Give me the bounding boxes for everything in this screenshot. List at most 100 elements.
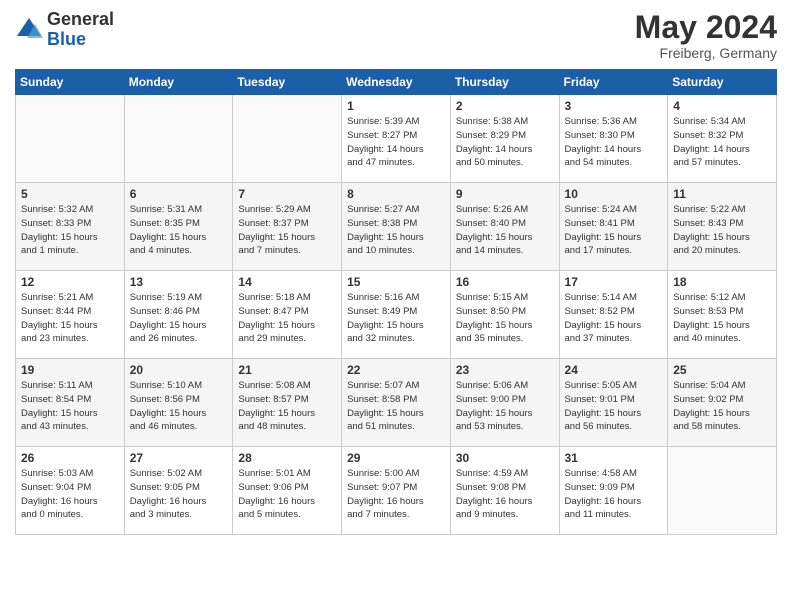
day-info: Sunrise: 5:07 AMSunset: 8:58 PMDaylight:… (347, 379, 445, 434)
header-day: Saturday (668, 70, 777, 95)
calendar-cell: 29 Sunrise: 5:00 AMSunset: 9:07 PMDayligh… (342, 447, 451, 535)
calendar-cell: 17Sunrise: 5:14 AMSunset: 8:52 PMDayligh… (559, 271, 668, 359)
calendar-cell: 6 Sunrise: 5:31 AMSunset: 8:35 PMDaylight… (124, 183, 233, 271)
calendar-cell (16, 95, 125, 183)
day-number: 20 (130, 363, 228, 377)
day-info: Sunrise: 4:58 AMSunset: 9:09 PMDaylight:… (565, 467, 663, 522)
day-number: 21 (238, 363, 336, 377)
day-info: Sunrise: 5:22 AMSunset: 8:43 PMDaylight:… (673, 203, 771, 258)
day-number: 17 (565, 275, 663, 289)
day-number: 27 (130, 451, 228, 465)
calendar-cell: 31 Sunrise: 4:58 AMSunset: 9:09 PMDayligh… (559, 447, 668, 535)
month-title: May 2024 (635, 10, 777, 45)
calendar-body: 1 Sunrise: 5:39 AMSunset: 8:27 PMDaylight… (16, 95, 777, 535)
logo: General Blue (15, 10, 114, 50)
day-number: 31 (565, 451, 663, 465)
day-info: Sunrise: 5:32 AMSunset: 8:33 PMDaylight:… (21, 203, 119, 258)
day-info: Sunrise: 5:11 AMSunset: 8:54 PMDaylight:… (21, 379, 119, 434)
calendar-cell: 20 Sunrise: 5:10 AMSunset: 8:56 PMDayligh… (124, 359, 233, 447)
day-info: Sunrise: 5:00 AMSunset: 9:07 PMDaylight:… (347, 467, 445, 522)
header-day: Monday (124, 70, 233, 95)
day-number: 28 (238, 451, 336, 465)
day-number: 9 (456, 187, 554, 201)
day-number: 5 (21, 187, 119, 201)
header-row: SundayMondayTuesdayWednesdayThursdayFrid… (16, 70, 777, 95)
day-number: 7 (238, 187, 336, 201)
calendar-cell: 5 Sunrise: 5:32 AMSunset: 8:33 PMDaylight… (16, 183, 125, 271)
header-day: Sunday (16, 70, 125, 95)
day-info: Sunrise: 5:12 AMSunset: 8:53 PMDaylight:… (673, 291, 771, 346)
calendar-week-row: 12 Sunrise: 5:21 AMSunset: 8:44 PMDayligh… (16, 271, 777, 359)
calendar-week-row: 1 Sunrise: 5:39 AMSunset: 8:27 PMDaylight… (16, 95, 777, 183)
header-day: Tuesday (233, 70, 342, 95)
day-info: Sunrise: 5:08 AMSunset: 8:57 PMDaylight:… (238, 379, 336, 434)
day-info: Sunrise: 5:26 AMSunset: 8:40 PMDaylight:… (456, 203, 554, 258)
day-info: Sunrise: 5:18 AMSunset: 8:47 PMDaylight:… (238, 291, 336, 346)
day-number: 2 (456, 99, 554, 113)
day-number: 19 (21, 363, 119, 377)
calendar-cell: 19 Sunrise: 5:11 AMSunset: 8:54 PMDayligh… (16, 359, 125, 447)
day-info: Sunrise: 5:31 AMSunset: 8:35 PMDaylight:… (130, 203, 228, 258)
calendar-cell: 10Sunrise: 5:24 AMSunset: 8:41 PMDayligh… (559, 183, 668, 271)
day-number: 8 (347, 187, 445, 201)
calendar-cell: 25Sunrise: 5:04 AMSunset: 9:02 PMDayligh… (668, 359, 777, 447)
day-info: Sunrise: 5:39 AMSunset: 8:27 PMDaylight:… (347, 115, 445, 170)
day-number: 15 (347, 275, 445, 289)
calendar-cell: 21 Sunrise: 5:08 AMSunset: 8:57 PMDayligh… (233, 359, 342, 447)
day-number: 6 (130, 187, 228, 201)
header-day: Friday (559, 70, 668, 95)
calendar-cell: 9 Sunrise: 5:26 AMSunset: 8:40 PMDaylight… (450, 183, 559, 271)
logo-text: General Blue (47, 10, 114, 50)
calendar-cell: 15 Sunrise: 5:16 AMSunset: 8:49 PMDayligh… (342, 271, 451, 359)
calendar-cell: 8Sunrise: 5:27 AMSunset: 8:38 PMDaylight… (342, 183, 451, 271)
day-number: 4 (673, 99, 771, 113)
calendar-header: SundayMondayTuesdayWednesdayThursdayFrid… (16, 70, 777, 95)
calendar-cell: 26Sunrise: 5:03 AMSunset: 9:04 PMDayligh… (16, 447, 125, 535)
day-info: Sunrise: 5:10 AMSunset: 8:56 PMDaylight:… (130, 379, 228, 434)
calendar-cell: 2 Sunrise: 5:38 AMSunset: 8:29 PMDaylight… (450, 95, 559, 183)
header-day: Thursday (450, 70, 559, 95)
calendar-cell (668, 447, 777, 535)
calendar-cell: 18 Sunrise: 5:12 AMSunset: 8:53 PMDayligh… (668, 271, 777, 359)
day-number: 18 (673, 275, 771, 289)
day-info: Sunrise: 5:16 AMSunset: 8:49 PMDaylight:… (347, 291, 445, 346)
day-number: 3 (565, 99, 663, 113)
calendar-cell: 30Sunrise: 4:59 AMSunset: 9:08 PMDayligh… (450, 447, 559, 535)
day-number: 26 (21, 451, 119, 465)
calendar-table: SundayMondayTuesdayWednesdayThursdayFrid… (15, 69, 777, 535)
day-number: 24 (565, 363, 663, 377)
day-number: 22 (347, 363, 445, 377)
title-block: May 2024 Freiberg, Germany (635, 10, 777, 61)
calendar-cell: 28Sunrise: 5:01 AMSunset: 9:06 PMDayligh… (233, 447, 342, 535)
calendar-cell: 22 Sunrise: 5:07 AMSunset: 8:58 PMDayligh… (342, 359, 451, 447)
day-info: Sunrise: 5:24 AMSunset: 8:41 PMDaylight:… (565, 203, 663, 258)
day-info: Sunrise: 5:15 AMSunset: 8:50 PMDaylight:… (456, 291, 554, 346)
day-number: 16 (456, 275, 554, 289)
logo-icon (15, 16, 43, 44)
calendar-cell: 23Sunrise: 5:06 AMSunset: 9:00 PMDayligh… (450, 359, 559, 447)
day-info: Sunrise: 4:59 AMSunset: 9:08 PMDaylight:… (456, 467, 554, 522)
day-number: 13 (130, 275, 228, 289)
day-info: Sunrise: 5:19 AMSunset: 8:46 PMDaylight:… (130, 291, 228, 346)
calendar-cell: 1 Sunrise: 5:39 AMSunset: 8:27 PMDaylight… (342, 95, 451, 183)
day-info: Sunrise: 5:05 AMSunset: 9:01 PMDaylight:… (565, 379, 663, 434)
calendar-cell: 4 Sunrise: 5:34 AMSunset: 8:32 PMDaylight… (668, 95, 777, 183)
calendar-week-row: 19 Sunrise: 5:11 AMSunset: 8:54 PMDayligh… (16, 359, 777, 447)
day-number: 29 (347, 451, 445, 465)
day-info: Sunrise: 5:29 AMSunset: 8:37 PMDaylight:… (238, 203, 336, 258)
day-number: 1 (347, 99, 445, 113)
day-info: Sunrise: 5:36 AMSunset: 8:30 PMDaylight:… (565, 115, 663, 170)
calendar-cell: 24 Sunrise: 5:05 AMSunset: 9:01 PMDayligh… (559, 359, 668, 447)
day-number: 25 (673, 363, 771, 377)
calendar-cell: 16 Sunrise: 5:15 AMSunset: 8:50 PMDayligh… (450, 271, 559, 359)
calendar-week-row: 5 Sunrise: 5:32 AMSunset: 8:33 PMDaylight… (16, 183, 777, 271)
day-info: Sunrise: 5:38 AMSunset: 8:29 PMDaylight:… (456, 115, 554, 170)
day-number: 14 (238, 275, 336, 289)
calendar-cell: 11Sunrise: 5:22 AMSunset: 8:43 PMDayligh… (668, 183, 777, 271)
calendar-cell: 27Sunrise: 5:02 AMSunset: 9:05 PMDayligh… (124, 447, 233, 535)
day-info: Sunrise: 5:34 AMSunset: 8:32 PMDaylight:… (673, 115, 771, 170)
day-number: 12 (21, 275, 119, 289)
day-info: Sunrise: 5:21 AMSunset: 8:44 PMDaylight:… (21, 291, 119, 346)
calendar-cell (124, 95, 233, 183)
logo-general: General (47, 10, 114, 30)
